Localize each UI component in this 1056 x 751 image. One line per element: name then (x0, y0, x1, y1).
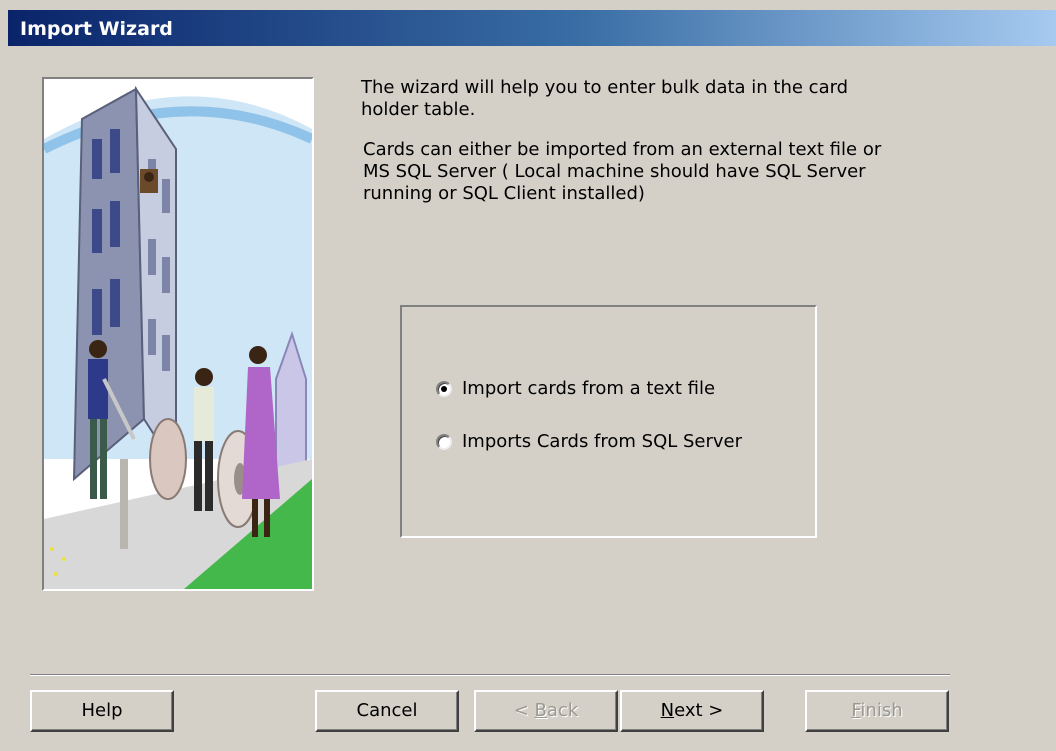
radio-option-sql-server[interactable]: Imports Cards from SQL Server (436, 431, 742, 452)
next-button-mnemonic: N (660, 700, 675, 721)
finish-button-label-rest: inish (860, 700, 903, 721)
title-bar[interactable]: Import Wizard (8, 10, 1056, 46)
wizard-illustration (42, 77, 314, 591)
import-wizard-window: Import Wizard The wizard will help you t… (0, 0, 1056, 751)
finish-button[interactable]: Finish (805, 690, 949, 732)
next-button-label-rest: ext > (674, 700, 724, 721)
back-button-label-rest: ack (546, 700, 579, 721)
help-button-label: Help (81, 700, 123, 721)
intro-paragraph-1: The wizard will help you to enter bulk d… (361, 77, 849, 120)
back-button[interactable]: < Back (474, 690, 618, 732)
import-source-group: Import cards from a text file Imports Ca… (400, 305, 817, 538)
radio-button-text-file[interactable] (436, 380, 452, 397)
intro-paragraph-2: Cards can either be imported from an ext… (363, 139, 882, 204)
cancel-button-label: Cancel (356, 700, 418, 721)
radio-option-text-file[interactable]: Import cards from a text file (436, 378, 715, 399)
radio-label-sql-server[interactable]: Imports Cards from SQL Server (462, 431, 742, 452)
radio-button-sql-server[interactable] (436, 433, 452, 450)
intro-text: The wizard will help you to enter bulk d… (361, 77, 921, 223)
window-title: Import Wizard (20, 18, 173, 40)
help-button[interactable]: Help (30, 690, 174, 732)
back-button-prefix: < (513, 700, 535, 721)
next-button[interactable]: Next > (620, 690, 764, 732)
back-button-mnemonic: B (534, 700, 547, 721)
footer-separator (30, 674, 950, 676)
cancel-button[interactable]: Cancel (315, 690, 459, 732)
radio-label-text-file[interactable]: Import cards from a text file (462, 378, 715, 399)
office-building-clipart (44, 79, 312, 589)
radio-selected-dot (441, 385, 447, 392)
